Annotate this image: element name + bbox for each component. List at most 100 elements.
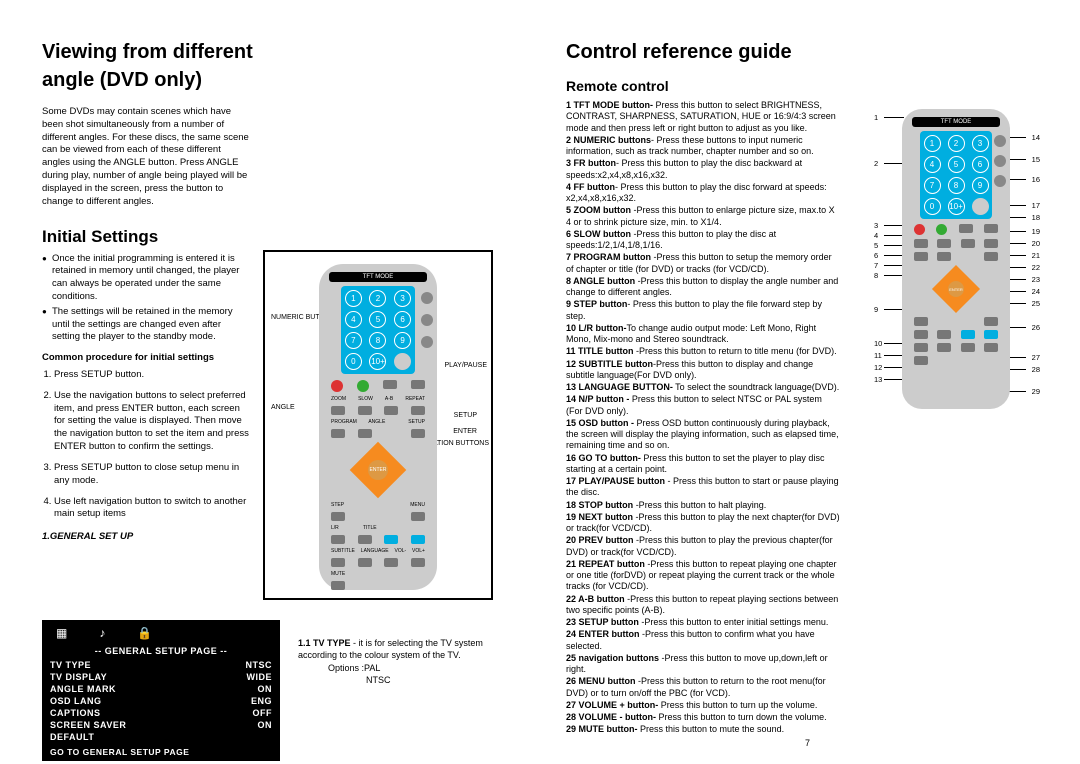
callout-left-9: 9 (874, 305, 878, 314)
callout-left-12: 12 (874, 363, 882, 372)
callout-right-16: 16 (1032, 175, 1040, 184)
callout-right-29: 29 (1032, 387, 1040, 396)
ref-item-27: 27 VOLUME + button- Press this button to… (566, 700, 840, 711)
callout-left-2: 2 (874, 159, 878, 168)
callout-right-26: 26 (1032, 323, 1040, 332)
step-1: Press SETUP button. (54, 369, 251, 382)
common-procedure-heading: Common procedure for initial settings (42, 352, 251, 365)
ref-item-5: 5 ZOOM button -Press this button to enla… (566, 205, 840, 228)
setup-row: OSD LANGENG (50, 695, 272, 707)
callout-left-6: 6 (874, 251, 878, 260)
left-heading-line2: angle (DVD only) (42, 68, 508, 92)
ref-item-14: 14 N/P button - Press this button to sel… (566, 394, 840, 417)
label-enter: ENTER (453, 428, 477, 435)
procedure-steps: Press SETUP button. Use the navigation b… (42, 369, 251, 521)
ref-item-20: 20 PREV button -Press this button to pla… (566, 535, 840, 558)
callout-left-8: 8 (874, 271, 878, 280)
ref-item-19: 19 NEXT button -Press this button to pla… (566, 512, 840, 535)
callout-left-13: 13 (874, 375, 882, 384)
ref-item-12: 12 SUBTITLE button-Press this button to … (566, 359, 840, 382)
callout-left-5: 5 (874, 241, 878, 250)
callout-right-22: 22 (1032, 263, 1040, 272)
general-setup-table: ▦ ♪ 🔒 -- GENERAL SETUP PAGE -- TV TYPENT… (42, 620, 280, 761)
setup-row: TV DISPLAYWIDE (50, 671, 272, 683)
ref-item-3: 3 FR button- Press this button to play t… (566, 158, 840, 181)
ref-item-8: 8 ANGLE button -Press this button to dis… (566, 276, 840, 299)
callout-left-11: 11 (874, 351, 882, 360)
callout-right-21: 21 (1032, 251, 1040, 260)
setup-row: CAPTIONSOFF (50, 707, 272, 719)
setup-footer: GO TO GENERAL SETUP PAGE (50, 747, 272, 757)
ref-item-1: 1 TFT MODE button- Press this button to … (566, 100, 840, 134)
angle-intro: Some DVDs may contain scenes which have … (42, 106, 251, 209)
callout-left-3: 3 (874, 221, 878, 230)
left-heading-line1: Viewing from different (42, 40, 508, 64)
step-4: Use left navigation button to switch to … (54, 496, 251, 522)
setup-row: TV TYPENTSC (50, 659, 272, 671)
callout-right-15: 15 (1032, 155, 1040, 164)
bullet-1: Once the initial programming is entered … (42, 253, 251, 304)
tvtype-description: 1.1 TV TYPE - it is for selecting the TV… (294, 638, 508, 761)
ref-item-28: 28 VOLUME - button- Press this button to… (566, 712, 840, 723)
ref-item-4: 4 FF button- Press this button to play t… (566, 182, 840, 205)
ref-item-13: 13 LANGUAGE BUTTON- To select the soundt… (566, 382, 840, 393)
remote-control-heading: Remote control (566, 78, 1040, 94)
tft-mode-button: TFT MODE (329, 272, 427, 282)
lock-icon: 🔒 (137, 626, 152, 640)
callout-left-4: 4 (874, 231, 878, 240)
ref-item-11: 11 TITLE button -Press this button to re… (566, 346, 840, 357)
goto-button (421, 336, 433, 348)
callout-right-25: 25 (1032, 299, 1040, 308)
ref-item-17: 17 PLAY/PAUSE button - Press this button… (566, 476, 840, 499)
callout-left-7: 7 (874, 261, 878, 270)
remote-callout-diagram: 12345678910111213 1415161718192021222324… (860, 105, 1050, 445)
step-2: Use the navigation buttons to select pre… (54, 390, 251, 454)
bullet-2: The settings will be retained in the mem… (42, 306, 251, 344)
np-button (421, 292, 433, 304)
label-angle: ANGLE (271, 404, 295, 411)
ref-item-6: 6 SLOW button -Press this button to play… (566, 229, 840, 252)
nav-diamond: ENTER (350, 442, 406, 498)
right-heading: Control reference guide (566, 40, 1040, 64)
ref-item-2: 2 NUMERIC buttons- Press these buttons t… (566, 135, 840, 158)
ref-item-26: 26 MENU button -Press this button to ret… (566, 676, 840, 699)
initial-bullets: Once the initial programming is entered … (42, 253, 251, 345)
callout-right-18: 18 (1032, 213, 1040, 222)
label-playpause: PLAY/PAUSE (444, 362, 487, 369)
numeric-pad: 123 456 789 010+ (341, 286, 415, 374)
ref-item-7: 7 PROGRAM button -Press this button to s… (566, 252, 840, 275)
callout-right-28: 28 (1032, 365, 1040, 374)
ref-item-25: 25 navigation buttons -Press this button… (566, 653, 840, 676)
osd-button (421, 314, 433, 326)
tft-mode-button-small: TFT MODE (912, 117, 1000, 127)
ref-item-29: 29 MUTE button- Press this button to mut… (566, 724, 840, 735)
remote-diagram-frame: NUMERIC BUTTONS ANGLE PLAY/PAUSE SETUP E… (263, 250, 493, 600)
label-setup: SETUP (454, 412, 477, 419)
callout-left-1: 1 (874, 113, 878, 122)
ref-item-24: 24 ENTER button -Press this button to co… (566, 629, 840, 652)
callout-right-27: 27 (1032, 353, 1040, 362)
setup-row: ANGLE MARKON (50, 683, 272, 695)
callout-right-17: 17 (1032, 201, 1040, 210)
ref-item-9: 9 STEP button- Press this button to play… (566, 299, 840, 322)
ref-item-16: 16 GO TO button- Press this button to se… (566, 453, 840, 476)
ref-item-18: 18 STOP button -Press this button to hal… (566, 500, 840, 511)
setup-icons: ▦ ♪ 🔒 (50, 626, 272, 644)
page-number-22: 22 (270, 738, 280, 748)
ref-item-10: 10 L/R button-To change audio output mod… (566, 323, 840, 346)
callout-right-24: 24 (1032, 287, 1040, 296)
picture-icon: ▦ (56, 626, 67, 640)
callout-right-14: 14 (1032, 133, 1040, 142)
initial-settings-heading: Initial Settings (42, 227, 251, 247)
page-number-7: 7 (805, 738, 810, 748)
setup-row: SCREEN SAVERON (50, 719, 272, 731)
enter-button: ENTER (368, 460, 388, 480)
ref-item-22: 22 A-B button -Press this button to repe… (566, 594, 840, 617)
callout-right-19: 19 (1032, 227, 1040, 236)
ref-item-21: 21 REPEAT button -Press this button to r… (566, 559, 840, 593)
remote-body: TFT MODE 123 456 789 010+ ZOOMSLOWA-BREP… (319, 264, 437, 590)
step-3: Press SETUP button to close setup menu i… (54, 462, 251, 488)
ref-item-23: 23 SETUP button -Press this button to en… (566, 617, 840, 628)
ref-item-15: 15 OSD button - Press OSD button continu… (566, 418, 840, 452)
remote-body-small: TFT MODE 123 456 789 010+ EN (902, 109, 1010, 409)
